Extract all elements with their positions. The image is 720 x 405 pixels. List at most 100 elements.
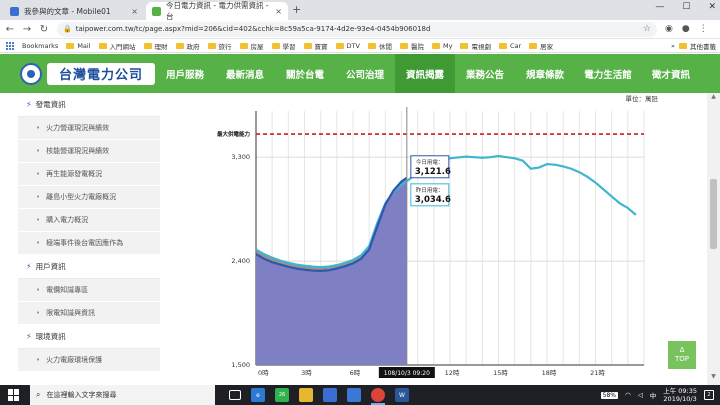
windows-start-icon[interactable] bbox=[8, 389, 20, 401]
explorer-icon[interactable] bbox=[299, 388, 313, 402]
taskbar-search-box[interactable]: ⌕ 在這裡輸入文字來搜尋 bbox=[30, 385, 215, 405]
tab-mobile01[interactable]: 我參與的文章 - Mobile01 × bbox=[4, 2, 144, 20]
address-row: ← → ↻ 🔒 taipower.com.tw/tc/page.aspx?mid… bbox=[0, 20, 720, 39]
sidebar-item[interactable]: 購入電力概況 bbox=[18, 209, 160, 232]
top-label: TOP bbox=[674, 355, 689, 363]
line-app-icon[interactable]: 26 bbox=[275, 388, 289, 402]
extension-icon[interactable]: ◉ bbox=[665, 24, 673, 34]
bookmarks-bar: Bookmarks Mail 入門網站 理財 政府 旅行 房屋 學習 寶寶 DTV 休閒 醫院 My 電… bbox=[0, 39, 720, 53]
main-nav: 用戶服務 最新消息 關於台電 公司治理 資訊揭露 業務公告 規章條款 電力生活館 徵才資訊 bbox=[155, 54, 701, 98]
nav-item[interactable]: 用戶服務 bbox=[155, 54, 215, 93]
sidebar-category-label: 環境資訊 bbox=[35, 332, 66, 341]
bookmark-folder[interactable]: 寶寶 bbox=[303, 41, 328, 51]
profile-icon[interactable]: ● bbox=[682, 24, 690, 34]
y-tick-label: 1,500 bbox=[231, 361, 250, 369]
folder-icon bbox=[143, 42, 152, 49]
bookmark-folder[interactable]: Mail bbox=[66, 41, 91, 51]
wifi-icon[interactable]: ◠ bbox=[625, 391, 631, 399]
bookmark-folder[interactable]: 居家 bbox=[529, 41, 553, 51]
bookmark-folder[interactable]: 政府 bbox=[175, 41, 200, 51]
folder-icon bbox=[529, 42, 538, 49]
bookmark-folder[interactable]: Car bbox=[498, 41, 522, 51]
taskbar-search-placeholder: 在這裡輸入文字來搜尋 bbox=[46, 391, 117, 399]
nav-item[interactable]: 最新消息 bbox=[215, 54, 275, 93]
sidebar-item[interactable]: 極端事件後台電因應作為 bbox=[18, 232, 160, 255]
scroll-thumb[interactable] bbox=[710, 179, 717, 249]
sidebar-item[interactable]: 核能營運現況與績效 bbox=[18, 140, 160, 163]
scroll-up-icon[interactable]: ▲ bbox=[707, 93, 720, 105]
clock-time: 上午 09:35 bbox=[663, 387, 697, 395]
tooltip-label: 昨日用電： bbox=[416, 186, 444, 194]
store-icon[interactable] bbox=[323, 388, 337, 402]
back-icon[interactable]: ← bbox=[3, 24, 17, 35]
ime-indicator[interactable]: 中 bbox=[650, 390, 657, 400]
nav-item[interactable]: 電力生活館 bbox=[575, 54, 641, 93]
app-badge: 26 bbox=[278, 392, 286, 398]
sidebar-item[interactable]: 火力電廠環境保護 bbox=[18, 349, 160, 372]
sidebar-category[interactable]: ⚡ 用戶資訊 bbox=[18, 255, 160, 279]
tab-taipower[interactable]: 今日電力資訊 - 電力供需資訊 - 台 × bbox=[146, 1, 288, 21]
bookmark-folder[interactable]: 理財 bbox=[143, 41, 168, 51]
task-view-icon[interactable] bbox=[229, 390, 241, 400]
chrome-icon[interactable] bbox=[371, 388, 385, 405]
notification-icon[interactable]: 2 bbox=[704, 390, 714, 400]
bookmark-folder[interactable]: 學習 bbox=[271, 41, 296, 51]
page-scrollbar[interactable]: ▲ ▼ bbox=[707, 93, 720, 385]
address-bar[interactable]: 🔒 taipower.com.tw/tc/page.aspx?mid=206&c… bbox=[57, 21, 657, 37]
nav-item[interactable]: 規章條款 bbox=[515, 54, 575, 93]
mail-icon[interactable] bbox=[347, 388, 361, 402]
menu-icon[interactable]: ⋮ bbox=[699, 24, 708, 34]
taipower-logo[interactable]: 台灣電力公司 bbox=[20, 61, 155, 86]
forward-icon[interactable]: → bbox=[20, 24, 34, 35]
nav-item[interactable]: 業務公告 bbox=[455, 54, 515, 93]
cursor-time-label: 108/10/3 09:20 bbox=[384, 370, 430, 377]
battery-indicator[interactable]: 58% bbox=[600, 391, 619, 399]
reload-icon[interactable]: ↻ bbox=[37, 24, 51, 35]
bolt-icon: ⚡ bbox=[26, 332, 32, 341]
bookmark-folder[interactable]: 入門網站 bbox=[98, 41, 136, 51]
nav-item[interactable]: 資訊揭露 bbox=[395, 54, 455, 98]
minimize-icon[interactable]: — bbox=[655, 2, 664, 12]
new-tab-button[interactable]: + bbox=[292, 3, 301, 16]
sidebar-item[interactable]: 火力營運現況與績效 bbox=[18, 117, 160, 140]
other-bookmarks[interactable]: » 其他書籤 bbox=[671, 41, 716, 51]
folder-icon bbox=[460, 42, 469, 49]
sidebar-category[interactable]: ⚡ 發電資訊 bbox=[18, 93, 160, 117]
tooltip-label: 今日用電： bbox=[416, 158, 444, 166]
nav-item[interactable]: 關於台電 bbox=[275, 54, 335, 93]
today-tooltip: 今日用電：3,121.6 bbox=[410, 155, 451, 179]
bookmark-folder[interactable]: 房屋 bbox=[239, 41, 264, 51]
sidebar-category[interactable]: ⚡ 環境資訊 bbox=[18, 325, 160, 349]
sidebar-item[interactable]: 電價知識專區 bbox=[18, 279, 160, 302]
bookmark-folder[interactable]: 醫院 bbox=[399, 41, 424, 51]
nav-item[interactable]: 徵才資訊 bbox=[641, 54, 701, 93]
bookmark-folder[interactable]: DTV bbox=[335, 41, 360, 51]
maximize-icon[interactable]: ☐ bbox=[682, 2, 690, 12]
close-window-icon[interactable]: ✕ bbox=[708, 2, 716, 12]
bookmark-folder[interactable]: 旅行 bbox=[207, 41, 232, 51]
nav-item[interactable]: 公司治理 bbox=[335, 54, 395, 93]
bookmark-label: Car bbox=[509, 41, 522, 50]
folder-icon bbox=[303, 42, 312, 49]
close-tab-icon[interactable]: × bbox=[131, 7, 138, 16]
bookmark-folder[interactable]: 電視劇 bbox=[460, 41, 491, 51]
volume-icon[interactable]: ◁ bbox=[638, 391, 643, 399]
edge-icon[interactable]: e bbox=[251, 388, 265, 402]
bookmarks-label[interactable]: Bookmarks bbox=[22, 42, 58, 50]
word-icon[interactable]: W bbox=[395, 388, 409, 402]
sidebar-item[interactable]: 限電知識與資訊 bbox=[18, 302, 160, 325]
scroll-down-icon[interactable]: ▼ bbox=[707, 373, 720, 385]
folder-icon bbox=[335, 42, 344, 49]
back-to-top-button[interactable]: Δ TOP bbox=[668, 341, 696, 369]
bookmark-label: 電視劇 bbox=[471, 42, 491, 51]
x-tick-label: 3時 bbox=[301, 369, 312, 377]
sidebar-item[interactable]: 再生能源發電概況 bbox=[18, 163, 160, 186]
close-tab-icon[interactable]: × bbox=[275, 7, 282, 16]
apps-icon[interactable] bbox=[6, 41, 14, 50]
sidebar-category-label: 用戶資訊 bbox=[35, 262, 66, 271]
bookmark-folder[interactable]: 休閒 bbox=[367, 41, 392, 51]
clock[interactable]: 上午 09:35 2019/10/3 bbox=[663, 387, 697, 403]
sidebar-item[interactable]: 離島小型火力電廠概況 bbox=[18, 186, 160, 209]
bookmark-folder[interactable]: My bbox=[431, 41, 452, 51]
bookmark-star-icon[interactable]: ☆ bbox=[643, 24, 651, 34]
